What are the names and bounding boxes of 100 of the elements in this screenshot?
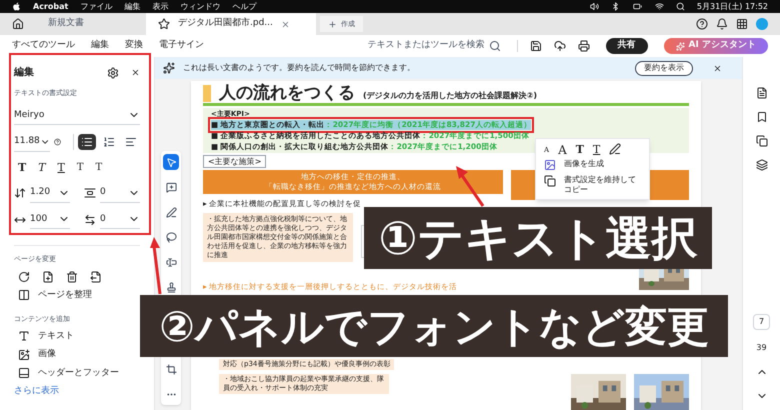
text-format-button[interactable]: T [592, 145, 600, 155]
insert-page-icon [42, 270, 54, 282]
star-icon [158, 18, 170, 30]
organize-pages-item[interactable]: ページを整理 [14, 288, 140, 302]
document-tab[interactable]: デジタル田園都市.pd... [146, 13, 316, 35]
document-tab[interactable]: 新規文書 [36, 13, 146, 35]
font-select[interactable]: Meiryo [14, 106, 140, 125]
menu-item[interactable]: 表示 [152, 0, 168, 12]
text-style-button[interactable]: T [76, 160, 84, 176]
print-icon [578, 40, 590, 52]
pen-icon[interactable] [609, 143, 622, 155]
bluetooth-icon [610, 2, 620, 11]
stamp-icon [166, 282, 176, 292]
plus-icon [328, 20, 337, 28]
rotate-icon [18, 270, 30, 282]
copy-icon [544, 175, 556, 187]
menu-item[interactable]: ファイル [80, 0, 112, 12]
close-icon [280, 20, 290, 28]
copy-icon [756, 135, 768, 147]
title-accent-bar [203, 85, 211, 102]
help-icon [696, 18, 708, 30]
extract-page-icon [90, 270, 102, 282]
show-more-link[interactable]: さらに表示 [14, 385, 59, 398]
close-icon [131, 68, 140, 76]
menu-item[interactable]: ウィンドウ [180, 0, 220, 12]
wifi-icon [654, 2, 664, 11]
menu-item[interactable]: 編集 [124, 0, 140, 12]
menu-item[interactable]: ヘルプ [232, 0, 256, 12]
layers-icon [756, 159, 768, 171]
apple-icon[interactable] [12, 2, 21, 11]
context-menu-item[interactable]: 画像を生成 [544, 159, 641, 171]
arrow [455, 165, 485, 207]
align-left-icon [125, 136, 137, 148]
summary-icon [163, 62, 175, 74]
tracking-select[interactable]: 0 [100, 210, 140, 229]
battery-icon [632, 2, 643, 11]
organize-pages-icon [18, 289, 30, 302]
tool-menu-item[interactable]: 編集 [91, 39, 109, 53]
paragraph-spacing-select[interactable]: 0 [100, 184, 140, 202]
bookmark-icon [756, 111, 768, 123]
list-style-button[interactable] [78, 134, 96, 150]
line-spacing-select[interactable]: 1.20 [30, 184, 70, 202]
sparkle-icon [676, 42, 685, 50]
page-number-field[interactable]: 7 [752, 314, 770, 330]
show-summary-button[interactable]: 要約を表示 [635, 60, 693, 76]
tool-menu-item[interactable]: 電子サイン [159, 39, 204, 53]
search-icon [676, 2, 685, 11]
add-content-item[interactable]: テキスト [14, 330, 140, 343]
pointer-icon [166, 156, 176, 168]
font-size-select[interactable]: 11.88 [14, 133, 50, 152]
add-content-item[interactable]: 画像 [14, 348, 140, 362]
header-footer-icon [18, 367, 30, 380]
document-icon [756, 87, 768, 99]
text-style-button[interactable]: T [58, 160, 65, 176]
text-format-button[interactable]: T [576, 145, 584, 155]
bell-icon [716, 18, 728, 30]
close-icon [713, 64, 722, 72]
line-spacing-icon [14, 187, 26, 200]
horizontal-scale-select[interactable]: 100 [30, 210, 70, 229]
numbered-list-icon [103, 136, 115, 148]
volume-icon [590, 2, 599, 11]
step-caption: ①テキスト選択 [364, 207, 712, 269]
add-text-icon [18, 330, 30, 342]
delete-icon [66, 270, 78, 282]
crop-icon [166, 364, 176, 374]
tracking-icon [84, 214, 96, 226]
upload-icon [554, 40, 566, 52]
page-title: 人の流れをつくる [219, 85, 355, 102]
text-style-button[interactable]: T [18, 160, 26, 176]
share-button[interactable]: 共有 [606, 38, 648, 54]
home-icon [12, 18, 24, 30]
save-icon [530, 40, 542, 52]
text-format-button[interactable]: A [558, 145, 567, 155]
tool-menu-item[interactable]: すべてのツール [12, 39, 75, 53]
pointer-tool-button[interactable] [163, 154, 179, 170]
page-count: 39 [756, 342, 767, 354]
search-icon [488, 40, 501, 52]
clock: 5月31日(土) 17:52 [696, 0, 768, 12]
comment-icon [166, 182, 176, 192]
step-caption: ②パネルでフォントなど変更 [140, 295, 728, 357]
tool-menu-item[interactable]: 変換 [125, 39, 143, 53]
measures-heading: <主要な施策> [203, 155, 266, 168]
banner-message: これは長い文書のようです。要約を読んで時間を節約できます。 [183, 62, 415, 74]
pen-icon [166, 206, 176, 218]
image-icon [544, 159, 556, 171]
add-image-icon [18, 348, 30, 361]
ai-assistant-button[interactable]: AI アシスタント [664, 38, 768, 54]
lasso-icon [166, 232, 176, 242]
paragraph-spacing-icon [84, 187, 96, 200]
text-style-button[interactable]: T [38, 160, 46, 176]
arrow [150, 237, 162, 295]
text-style-button[interactable]: T [96, 160, 102, 176]
add-content-item[interactable]: ヘッダーとフッター [14, 366, 140, 380]
context-menu-item[interactable]: 書式設定を維持してコピー [544, 175, 641, 195]
apps-grid-icon [736, 18, 748, 30]
search-field[interactable]: テキストまたはツールを検索 [368, 39, 501, 53]
page-subtitle: (デジタルの力を活用した地方の社会課題解決②) [363, 90, 538, 102]
menu-item[interactable]: Acrobat [33, 0, 68, 12]
settings-icon [107, 66, 119, 78]
text-box-icon [166, 256, 176, 268]
